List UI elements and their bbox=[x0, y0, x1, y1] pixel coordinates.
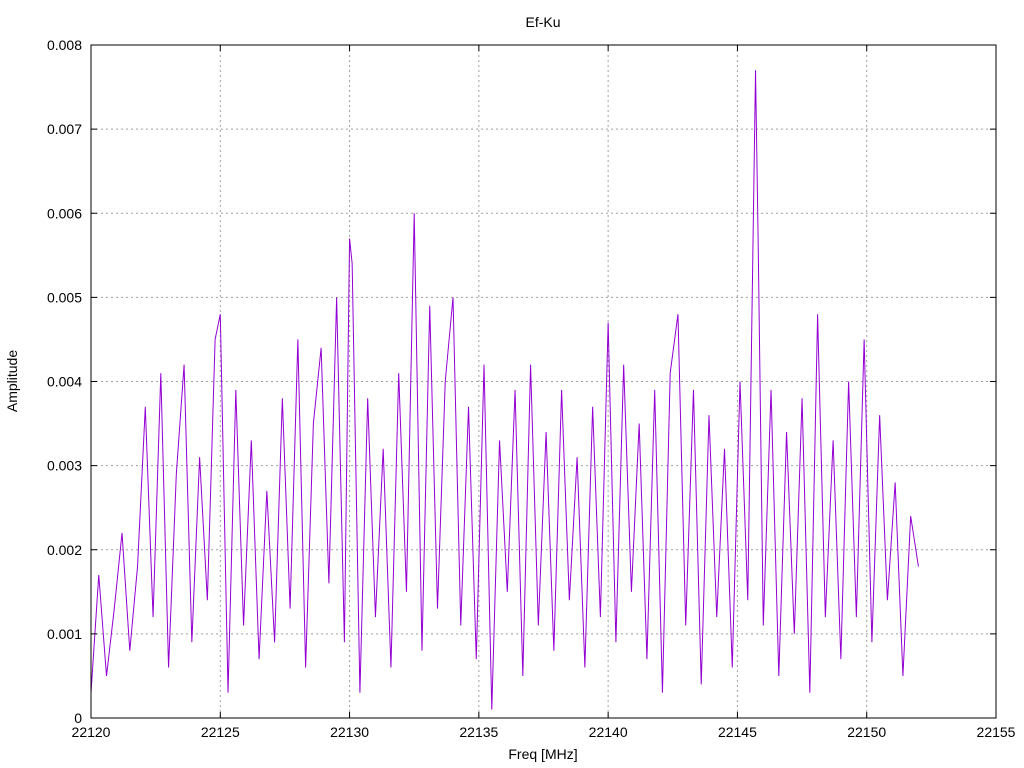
y-tick-label: 0.005 bbox=[47, 289, 82, 305]
chart: 22120 22125 22130 22135 22140 22145 22150 22155… bbox=[0, 0, 1024, 768]
y-tick-label: 0.001 bbox=[47, 626, 82, 642]
x-tick-label: 22155 bbox=[977, 724, 1016, 740]
x-tick-label: 22125 bbox=[201, 724, 240, 740]
y-tick-label: 0 bbox=[74, 710, 82, 726]
y-tick-label: 0.006 bbox=[47, 205, 82, 221]
x-tick-label: 22140 bbox=[589, 724, 628, 740]
y-tick-label: 0.004 bbox=[47, 374, 82, 390]
x-tick-label: 22145 bbox=[718, 724, 757, 740]
y-axis-label: Amplitude bbox=[4, 350, 20, 412]
x-tick-label: 22120 bbox=[72, 724, 111, 740]
chart-title: Ef-Ku bbox=[525, 14, 560, 30]
x-tick-label: 22150 bbox=[847, 724, 886, 740]
chart-background bbox=[0, 0, 1024, 768]
x-axis-label: Freq [MHz] bbox=[508, 746, 577, 762]
x-tick-label: 22135 bbox=[459, 724, 498, 740]
y-tick-label: 0.007 bbox=[47, 121, 82, 137]
y-tick-label: 0.008 bbox=[47, 37, 82, 53]
y-tick-label: 0.003 bbox=[47, 458, 82, 474]
y-tick-label: 0.002 bbox=[47, 542, 82, 558]
x-tick-label: 22130 bbox=[330, 724, 369, 740]
